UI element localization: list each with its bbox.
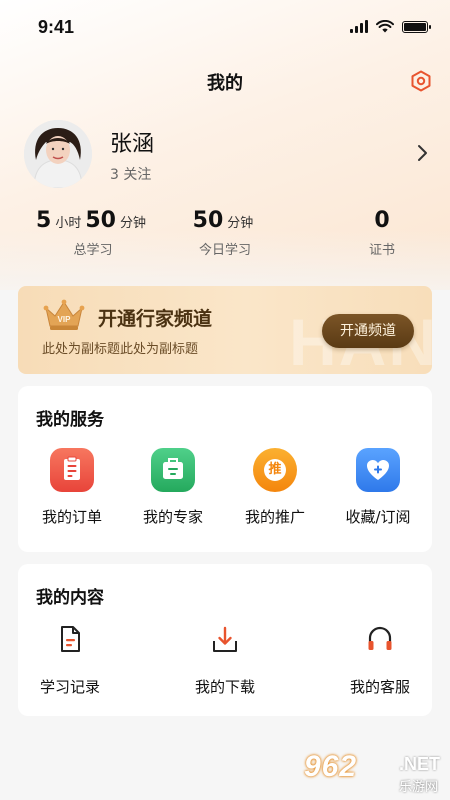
content-study-records[interactable]: 学习记录	[15, 624, 125, 697]
clipboard-icon	[50, 448, 94, 492]
stat-total-label: 总学习	[73, 243, 113, 258]
heart-plus-icon	[356, 448, 400, 492]
watermark-suffix: .NET	[398, 754, 440, 774]
status-time: 9:41	[38, 17, 75, 37]
site-watermark: 962 .NET 乐游网	[304, 750, 444, 795]
content-customer-service-label: 我的客服	[349, 678, 410, 696]
service-orders[interactable]: 我的订单	[22, 448, 122, 527]
service-favorites-label: 收藏/订阅	[345, 508, 411, 526]
document-icon	[61, 626, 80, 652]
vip-banner[interactable]: HAN VIP 开通行家频道 此处为副标题此处为副标题 开通频道	[18, 286, 432, 374]
chevron-right-icon[interactable]	[416, 144, 428, 162]
service-experts-label: 我的专家	[142, 508, 203, 526]
stat-total-hours: 5	[36, 208, 52, 233]
services-title: 我的服务	[36, 410, 104, 430]
wifi-icon	[376, 20, 394, 33]
follow-count[interactable]: 3 关注	[110, 164, 151, 184]
stat-today-label: 今日学习	[198, 243, 251, 258]
promote-icon: 推	[253, 448, 297, 492]
watermark-site: 乐游网	[398, 780, 438, 795]
content-title: 我的内容	[36, 588, 104, 608]
page-title: 我的	[207, 73, 243, 94]
download-icon	[213, 626, 237, 652]
settings-icon[interactable]	[410, 70, 432, 92]
promote-glyph: 推	[264, 459, 286, 481]
battery-icon	[402, 20, 431, 33]
stat-cert-value: 0	[374, 208, 390, 233]
content-customer-service[interactable]: 我的客服	[325, 624, 435, 697]
open-channel-button[interactable]: 开通频道	[322, 314, 414, 348]
watermark-brand: 962	[304, 750, 358, 783]
service-orders-label: 我的订单	[41, 508, 102, 526]
service-favorites[interactable]: 收藏/订阅	[328, 448, 428, 527]
content-downloads[interactable]: 我的下载	[170, 624, 280, 697]
signal-icon	[350, 20, 368, 33]
user-name[interactable]: 张涵	[110, 126, 154, 158]
my-services-card: 我的服务 我的订单 我的专家 推 我的推广 收藏/订阅	[18, 386, 432, 552]
avatar[interactable]	[24, 120, 92, 188]
content-downloads-label: 我的下载	[194, 678, 255, 696]
service-experts[interactable]: 我的专家	[123, 448, 223, 527]
stat-certificates[interactable]: 0 证书	[342, 208, 422, 258]
stat-today-value: 50 分钟	[172, 208, 278, 233]
stat-today-study[interactable]: 50 分钟 今日学习	[172, 208, 278, 258]
content-study-records-label: 学习记录	[39, 678, 100, 696]
service-promote-label: 我的推广	[244, 508, 305, 526]
status-icons	[350, 20, 431, 33]
learning-stats: 5 小时 50 分钟 总学习 50 分钟 今日学习 0 证书	[0, 208, 450, 268]
stat-today-unit: 分钟	[227, 216, 254, 231]
stat-minutes-unit: 分钟	[119, 216, 146, 231]
service-promote[interactable]: 推 我的推广	[225, 448, 325, 527]
stat-today-minutes: 50	[192, 208, 224, 233]
stat-total-study[interactable]: 5 小时 50 分钟 总学习	[28, 208, 158, 258]
avatar-image	[24, 120, 92, 188]
my-content-card: 我的内容 学习记录 我的下载 我的客服	[18, 564, 432, 716]
vip-badge-text: VIP	[58, 315, 72, 324]
crown-icon: VIP	[43, 299, 85, 330]
vip-title: 开通行家频道	[98, 308, 213, 330]
briefcase-icon	[151, 448, 195, 492]
stat-total-minutes: 50	[85, 208, 116, 233]
status-bar: 9:41	[0, 0, 450, 56]
vip-subtitle: 此处为副标题此处为副标题	[42, 342, 199, 357]
headset-icon	[368, 626, 392, 650]
stat-hours-unit: 小时	[55, 216, 82, 231]
stat-total-value: 5 小时 50 分钟	[28, 208, 158, 233]
stat-cert-label: 证书	[368, 243, 395, 258]
